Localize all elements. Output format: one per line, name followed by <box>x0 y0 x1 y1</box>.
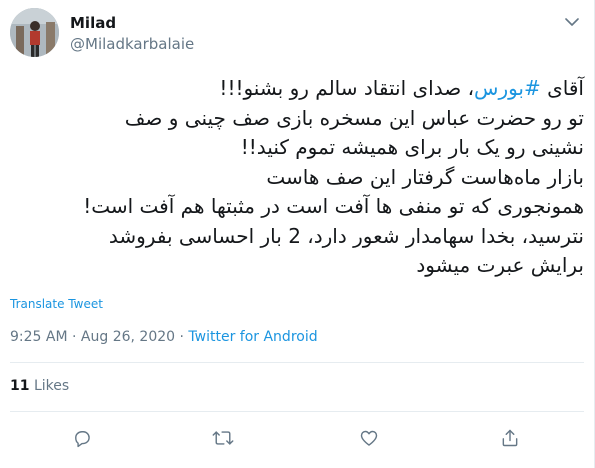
tweet-time[interactable]: 9:25 AM <box>10 329 68 345</box>
likes-label: Likes <box>33 378 70 394</box>
chevron-down-icon[interactable] <box>562 12 582 32</box>
translate-tweet-link[interactable]: Translate Tweet <box>10 297 103 311</box>
divider <box>10 362 584 363</box>
tweet-line: آقای #بورس، صدای انتقاد سالم رو بشنو!!! <box>10 74 584 104</box>
user-handle[interactable]: @Miladkarbalaie <box>70 35 194 53</box>
tweet-line: نشینی رو یک بار برای همیشه تموم کنید!! <box>240 135 584 159</box>
tweet-meta: 9:25 AM · Aug 26, 2020 · Twitter for And… <box>10 329 318 345</box>
tweet-text-suffix: ، صدای انتقاد سالم رو بشنو!!! <box>219 76 475 100</box>
hashtag-link[interactable]: #بورس <box>474 76 541 100</box>
share-icon[interactable] <box>496 424 524 452</box>
likes-count: 11 <box>10 378 30 394</box>
tweet-line: تو رو حضرت عباس این مسخره بازی صف چینی و… <box>124 105 584 130</box>
display-name[interactable]: Milad <box>70 14 116 32</box>
tweet-date[interactable]: Aug 26, 2020 <box>81 329 175 345</box>
tweet-text: آقای #بورس، صدای انتقاد سالم رو بشنو!!! … <box>10 74 584 281</box>
likes-stat[interactable]: 11 Likes <box>10 378 69 394</box>
tweet-source-link[interactable]: Twitter for Android <box>188 329 317 345</box>
tweet-text-prefix: آقای <box>540 76 584 100</box>
reply-icon[interactable] <box>68 424 96 452</box>
tweet-line: بازار ماه‌هاست گرفتار این صف هاست <box>266 164 584 189</box>
action-bar <box>0 424 595 452</box>
retweet-icon[interactable] <box>209 424 237 452</box>
tweet-card: Milad @Miladkarbalaie آقای #بورس، صدای ا… <box>0 0 595 468</box>
meta-separator: · <box>67 329 81 345</box>
divider <box>10 411 584 412</box>
tweet-line: نترسید، بخدا سهامدار شعور دارد، 2 بار اح… <box>108 223 584 248</box>
tweet-line: همونجوری که تو منفی ها آفت است در مثبتها… <box>83 194 584 218</box>
tweet-line: برایش عبرت میشود <box>416 253 584 277</box>
meta-separator: · <box>175 329 189 345</box>
heart-icon[interactable] <box>355 424 383 452</box>
avatar[interactable] <box>10 8 59 57</box>
